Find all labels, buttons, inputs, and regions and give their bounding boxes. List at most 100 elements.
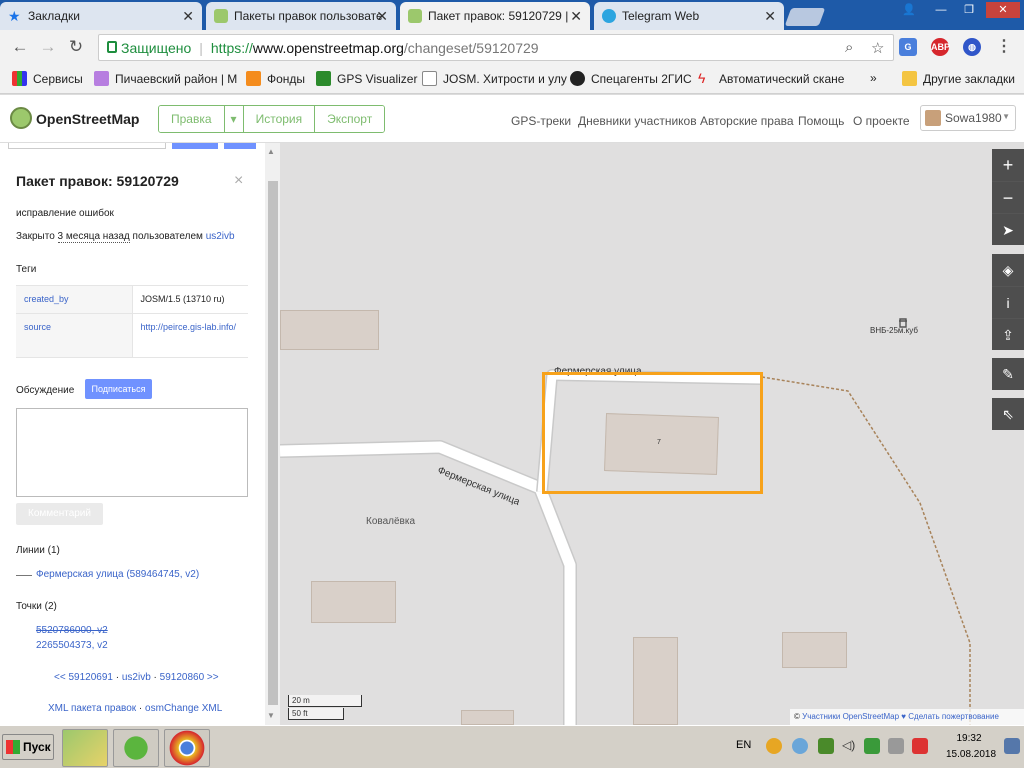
bookmarks-overflow[interactable]: »	[870, 71, 877, 85]
minimize-icon[interactable]: —	[928, 2, 954, 18]
scroll-down-icon[interactable]: ▼	[267, 711, 275, 720]
osmchange-link[interactable]: osmChange XML	[145, 703, 222, 714]
nav-help[interactable]: Помощь	[798, 114, 844, 128]
comment-textarea[interactable]	[16, 408, 248, 497]
bookmark-josm-tricks[interactable]: JOSM. Хитрости и улу	[422, 71, 567, 86]
node-link[interactable]: 2265504373, v2	[36, 640, 108, 651]
add-note-icon[interactable]: ✎	[992, 358, 1024, 390]
back-icon[interactable]: ←	[10, 37, 30, 57]
globe-icon[interactable]: ◍	[963, 38, 981, 56]
tab-user-changesets[interactable]: Пакеты правок пользовате ✕	[206, 2, 396, 30]
export-button[interactable]: Экспорт	[315, 106, 385, 132]
tags-heading: Теги	[16, 264, 37, 275]
search-button[interactable]	[172, 143, 218, 149]
nav-about[interactable]: О проекте	[853, 114, 910, 128]
closed-by: пользователем	[132, 231, 203, 242]
scroll-up-icon[interactable]: ▲	[267, 147, 275, 156]
tray-network-error-icon[interactable]	[888, 738, 904, 754]
tray-app-icon[interactable]	[766, 738, 782, 754]
nvidia-icon[interactable]	[818, 738, 834, 754]
donate-link[interactable]: Сделать пожертвование	[908, 712, 999, 721]
clover-app-icon[interactable]	[113, 729, 159, 767]
address-bar[interactable]: Защищено | https:// www.openstreetmap.or…	[98, 34, 894, 61]
tray-sync-icon[interactable]	[864, 738, 880, 754]
close-icon[interactable]: ✕	[570, 8, 582, 25]
tray-security-icon[interactable]	[912, 738, 928, 754]
bookmark-services[interactable]: Сервисы	[12, 71, 83, 86]
comment-button[interactable]: Комментарий	[16, 503, 103, 525]
close-icon[interactable]: ✕	[376, 8, 388, 25]
bookmark-gps-visualizer[interactable]: GPS Visualizer	[316, 71, 417, 86]
next-changeset-link[interactable]: 59120860 >>	[160, 672, 219, 683]
star-icon: ★	[8, 8, 21, 24]
search-input[interactable]	[8, 143, 166, 149]
node-deleted-link[interactable]: 5520786000, v2	[36, 625, 108, 636]
bookmark-other[interactable]: Другие закладки	[902, 71, 1015, 86]
tag-key[interactable]: source	[16, 313, 133, 358]
scroll-thumb[interactable]	[268, 181, 278, 705]
directions-button[interactable]	[224, 143, 256, 149]
edit-button[interactable]: Правка	[159, 106, 225, 132]
way-link[interactable]: Фермерская улица (589464745, v2)	[36, 569, 199, 580]
menu-icon[interactable]: ⋮	[995, 38, 1013, 56]
josm-app-icon[interactable]	[62, 729, 108, 767]
close-icon[interactable]: ✕	[182, 8, 194, 25]
chrome-app-icon[interactable]	[164, 729, 210, 767]
geolocate-icon[interactable]: ➤	[992, 213, 1024, 245]
bookmark-star-icon[interactable]: ☆	[871, 39, 884, 57]
close-icon[interactable]: ✕	[764, 8, 776, 25]
start-button[interactable]: Пуск	[2, 734, 54, 760]
info-icon[interactable]: i	[992, 286, 1024, 318]
user-menu[interactable]: Sowa1980 ▼	[920, 105, 1016, 131]
nav-user-link[interactable]: us2ivb	[122, 672, 151, 683]
bookmark-auto-scanner[interactable]: ϟ Автоматический скане	[698, 71, 844, 86]
tag-key[interactable]: created_by	[16, 285, 133, 314]
site-title[interactable]: OpenStreetMap	[36, 111, 139, 127]
adblock-icon[interactable]: ABP	[931, 38, 950, 56]
nav-copyright[interactable]: Авторские права	[700, 114, 794, 128]
share-icon[interactable]: ⇪	[992, 318, 1024, 350]
translate-icon[interactable]: G	[899, 38, 917, 56]
window-close-icon[interactable]: ✕	[986, 2, 1020, 18]
subscribe-button[interactable]: Подписаться	[85, 379, 152, 399]
chevron-down-icon[interactable]: ▾	[224, 106, 244, 132]
query-features-icon[interactable]: ⇖	[992, 398, 1024, 430]
tab-bookmarks[interactable]: ★ Закладки ✕	[0, 2, 202, 30]
tag-value-link[interactable]: http://peirce.gis-lab.info/	[141, 322, 237, 332]
clock[interactable]: 19:32 15.08.2018	[946, 731, 996, 763]
nodes-heading: Точки (2)	[16, 601, 57, 612]
changeset-user-link[interactable]: us2ivb	[206, 231, 235, 242]
language-indicator[interactable]: EN	[736, 739, 751, 751]
prev-changeset-link[interactable]: << 59120691	[54, 672, 113, 683]
show-desktop-icon[interactable]	[1004, 738, 1020, 754]
bookmark-funds[interactable]: Фонды	[246, 71, 305, 86]
osm-header: OpenStreetMap Правка ▾ История Экспорт G…	[0, 95, 1024, 143]
reload-icon[interactable]: ↻	[66, 37, 86, 57]
xml-link[interactable]: XML пакета правок	[48, 703, 136, 714]
profile-icon[interactable]: 👤	[896, 2, 922, 18]
zoom-out-button[interactable]: −	[992, 181, 1024, 213]
tab-telegram[interactable]: Telegram Web ✕	[594, 2, 784, 30]
bookmark-pichaevsky[interactable]: Пичаевский район | М	[94, 71, 237, 86]
layers-icon[interactable]: ◈	[992, 254, 1024, 286]
tray-network-icon[interactable]	[792, 738, 808, 754]
osm-logo-icon[interactable]	[10, 107, 32, 129]
start-label: Пуск	[23, 740, 51, 754]
forward-icon[interactable]: →	[38, 37, 58, 57]
restore-icon[interactable]: ❐	[956, 2, 982, 18]
building	[311, 581, 396, 623]
bookmark-2gis-agents[interactable]: Спецагенты 2ГИС	[570, 71, 692, 86]
history-button[interactable]: История	[243, 106, 316, 132]
zoom-icon[interactable]: ⌕	[845, 39, 853, 56]
new-tab-button[interactable]	[784, 8, 826, 26]
sidebar-scrollbar[interactable]: ▲ ▼	[265, 143, 280, 725]
tab-changeset[interactable]: Пакет правок: 59120729 | ✕	[400, 2, 590, 30]
attribution-link[interactable]: Участники OpenStreetMap	[802, 712, 899, 721]
nav-diaries[interactable]: Дневники участников	[578, 114, 697, 128]
url-protocol: https://	[210, 39, 253, 56]
nav-gps-traces[interactable]: GPS-треки	[511, 114, 571, 128]
map-canvas[interactable]: 7 Фермерская улица Фермерская улица Кова…	[280, 143, 1024, 725]
zoom-in-button[interactable]: +	[992, 149, 1024, 181]
volume-icon[interactable]: ◁)	[842, 738, 858, 754]
close-icon[interactable]: ×	[234, 172, 243, 190]
